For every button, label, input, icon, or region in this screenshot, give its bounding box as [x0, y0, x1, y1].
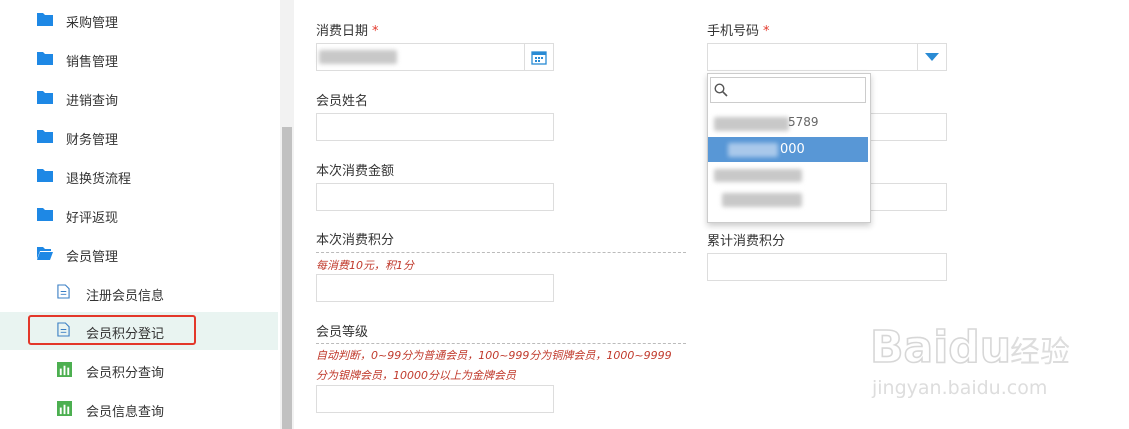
folder-icon [37, 130, 53, 143]
sidebar-subitem-points-query[interactable]: 会员积分查询 [0, 351, 278, 389]
dropdown-option[interactable] [708, 188, 868, 213]
watermark-brand: Baidu [870, 322, 1011, 373]
dropdown-option[interactable] [708, 164, 868, 189]
points-label: 本次消费积分 [316, 233, 395, 248]
level-label: 会员等级 [316, 325, 369, 340]
dropdown-toggle-button[interactable] [917, 44, 946, 70]
baidu-watermark: Baidu 经验 jingyan.baidu.com [869, 321, 1070, 399]
sidebar-subitem-member-query[interactable]: 会员信息查询 [0, 390, 278, 428]
sidebar-item-finance[interactable]: 财务管理 [0, 118, 278, 156]
sidebar-item-label: 注册会员信息 [86, 289, 165, 304]
watermark-sub: 经验 [1010, 335, 1070, 370]
chevron-down-icon [925, 53, 939, 61]
sidebar-item-returns[interactable]: 退换货流程 [0, 157, 278, 195]
phone-select[interactable] [707, 43, 947, 71]
dropdown-option-selected[interactable]: 000 [708, 137, 868, 162]
sidebar-item-members[interactable]: 会员管理 [0, 235, 278, 273]
phone-label: 手机号码 * [707, 24, 770, 39]
level-input[interactable] [316, 385, 554, 413]
phone-dropdown-list: 5789 000 [707, 73, 871, 223]
date-input[interactable] [316, 43, 554, 71]
sidebar-item-label: 好评返现 [66, 211, 119, 226]
points-input[interactable] [316, 274, 554, 302]
sidebar-item-label: 进销查询 [66, 94, 119, 109]
member-name-input[interactable] [316, 113, 554, 141]
sidebar-item-label: 采购管理 [66, 16, 119, 31]
sidebar-item-label: 会员信息查询 [86, 405, 165, 420]
dashed-divider [316, 343, 686, 344]
dashed-divider [316, 252, 686, 253]
sidebar-scrollbar-thumb[interactable] [282, 127, 292, 429]
watermark-url: jingyan.baidu.com [871, 377, 1047, 399]
folder-icon [37, 13, 53, 26]
calendar-button[interactable] [524, 44, 553, 70]
folder-open-icon [37, 247, 53, 260]
document-icon [57, 322, 70, 337]
bar-chart-icon [57, 362, 72, 377]
sidebar-item-sales[interactable]: 销售管理 [0, 40, 278, 78]
sidebar-item-inventory-query[interactable]: 进销查询 [0, 79, 278, 117]
sidebar-item-purchase[interactable]: 采购管理 [0, 1, 278, 39]
total-points-label: 累计消费积分 [707, 234, 786, 249]
dropdown-search-input[interactable] [710, 77, 866, 103]
level-hint-line1: 自动判断，0~99分为普通会员，100~999分为铜牌会员，1000~9999 [316, 349, 672, 362]
sidebar-item-label: 退换货流程 [66, 172, 132, 187]
sidebar: 采购管理 销售管理 进销查询 财务管理 退换货流程 好评返现 会员管理 注册会员… [0, 0, 280, 429]
bar-chart-icon [57, 401, 72, 416]
sidebar-item-label: 财务管理 [66, 133, 119, 148]
level-hint-line2: 分为银牌会员，10000分以上为金牌会员 [316, 369, 516, 382]
sidebar-subitem-register-member[interactable]: 注册会员信息 [0, 274, 278, 312]
sidebar-item-label: 会员管理 [66, 250, 119, 265]
amount-input[interactable] [316, 183, 554, 211]
document-icon [57, 284, 70, 299]
points-hint: 每消费10元，积1分 [316, 259, 414, 272]
sidebar-item-label: 会员积分登记 [86, 327, 165, 342]
amount-label: 本次消费金额 [316, 164, 395, 179]
folder-icon [37, 52, 53, 65]
search-icon [714, 83, 728, 97]
calendar-icon [531, 50, 547, 65]
dropdown-option[interactable]: 5789 [708, 111, 868, 136]
date-label: 消费日期 * [316, 24, 379, 39]
sidebar-item-label: 会员积分查询 [86, 366, 165, 381]
blurred-value [319, 50, 397, 64]
folder-icon [37, 208, 53, 221]
folder-icon [37, 91, 53, 104]
total-points-input[interactable] [707, 253, 947, 281]
member-name-label: 会员姓名 [316, 94, 369, 109]
sidebar-item-label: 销售管理 [66, 55, 119, 70]
sidebar-item-cashback[interactable]: 好评返现 [0, 196, 278, 234]
folder-icon [37, 169, 53, 182]
sidebar-subitem-points-register[interactable]: 会员积分登记 [0, 312, 278, 350]
